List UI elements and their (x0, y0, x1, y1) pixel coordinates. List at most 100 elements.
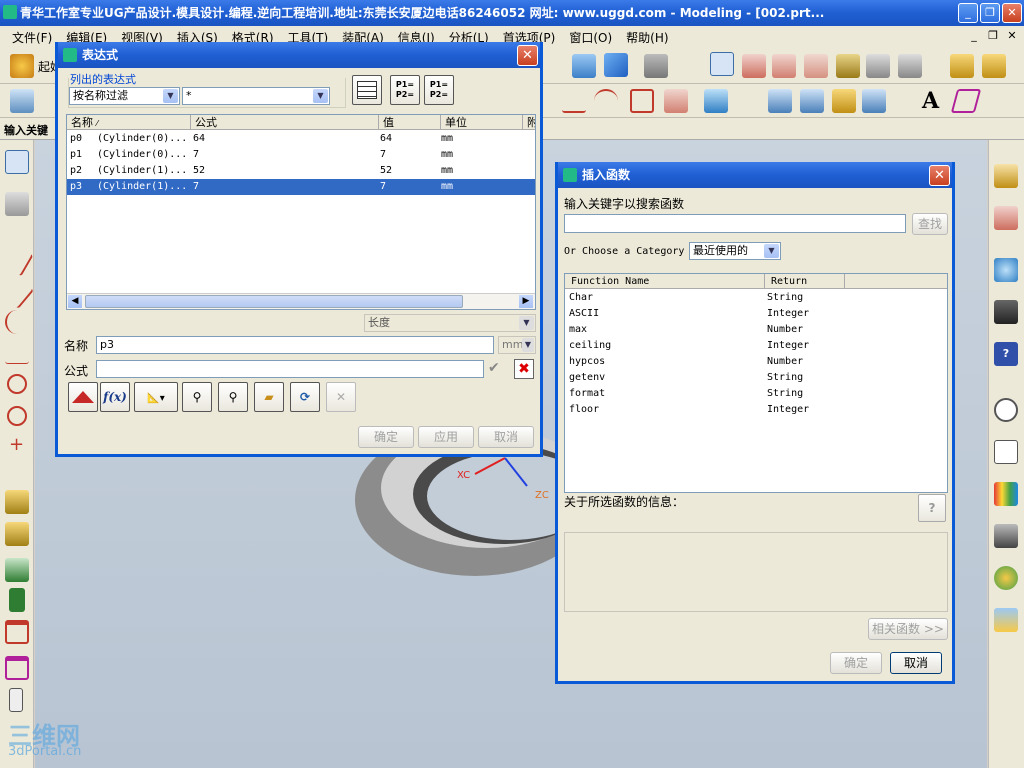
mesh-surface-icon[interactable] (800, 89, 824, 113)
col-formula[interactable]: 公式 (191, 115, 379, 130)
select-point-icon[interactable] (710, 52, 734, 76)
project-icon[interactable] (704, 89, 728, 113)
clock-icon[interactable] (994, 398, 1018, 422)
col-value[interactable]: 值 (379, 115, 441, 130)
close-button[interactable]: ✕ (1002, 3, 1022, 23)
list-item[interactable]: ASCII Integer (565, 306, 947, 322)
measure-icon[interactable] (836, 54, 860, 78)
ok-button[interactable]: 确定 (358, 426, 414, 448)
axis-icon[interactable] (772, 54, 796, 78)
chamfer-icon[interactable] (5, 522, 29, 546)
spreadsheet-edit-button[interactable] (352, 75, 382, 105)
tool-icon[interactable] (994, 524, 1018, 548)
transform-icon[interactable] (866, 54, 890, 78)
tube-icon[interactable] (5, 558, 29, 582)
training-icon[interactable] (994, 300, 1018, 324)
open-file-button[interactable]: ▰ (254, 382, 284, 412)
move-icon[interactable] (898, 54, 922, 78)
table-row[interactable]: p0 (Cylinder(0)... 64 64 mm (67, 131, 535, 147)
menu-file[interactable]: 文件(F) (12, 29, 52, 46)
table-row-selected[interactable]: p3 (Cylinder(1)... 7 7 mm (67, 179, 535, 195)
line-tool-icon[interactable] (0, 243, 34, 277)
move-up-button[interactable] (68, 382, 98, 412)
curve-icon[interactable] (5, 310, 29, 334)
chain-icon[interactable] (5, 192, 29, 216)
help-icon[interactable]: ? (994, 342, 1018, 366)
expressions-dialog-close-button[interactable]: ✕ (517, 45, 538, 66)
col-name[interactable]: 名称 ⁄ (67, 115, 191, 130)
expression-list[interactable]: 名称 ⁄ 公式 值 单位 附 p0 (Cylinder(0)... 64 64 … (66, 114, 536, 310)
circle2-icon[interactable] (7, 406, 27, 426)
menu-window[interactable]: 窗口(O) (569, 29, 612, 46)
text-icon[interactable]: A (922, 88, 939, 114)
function-list[interactable]: Function Name Return Char String ASCII I… (564, 273, 948, 493)
sheet-icon[interactable] (644, 54, 668, 78)
list-item[interactable]: format String (565, 386, 947, 402)
part-nav-icon[interactable] (994, 206, 1018, 230)
col-extra[interactable]: 附 (523, 115, 535, 130)
material-icon[interactable] (994, 608, 1018, 632)
function-cancel-button[interactable]: 取消 (890, 652, 942, 674)
col-unit[interactable]: 单位 (441, 115, 523, 130)
scrollbar-thumb[interactable] (85, 295, 463, 308)
doc-close-icon[interactable]: ✕ (1004, 28, 1020, 44)
function-ok-button[interactable]: 确定 (830, 652, 882, 674)
ruler-icon[interactable] (950, 54, 974, 78)
name-field[interactable]: p3 (96, 336, 494, 354)
frame2-icon[interactable] (5, 656, 29, 680)
t-shape-icon[interactable] (9, 588, 25, 612)
frame-icon[interactable] (5, 620, 29, 644)
insert-function-button[interactable]: f(x) (100, 382, 130, 412)
find-button[interactable]: ⚲ (218, 382, 248, 412)
assembly-nav-icon[interactable] (994, 164, 1018, 188)
profile-icon[interactable] (630, 89, 654, 113)
csys-icon[interactable] (804, 54, 828, 78)
reference-button[interactable]: ⚲ (182, 382, 212, 412)
table-row[interactable]: p1 (Cylinder(0)... 7 7 mm (67, 147, 535, 163)
expressions-dialog-title-bar[interactable]: 表达式 ✕ (58, 42, 540, 68)
list-item[interactable]: getenv String (565, 370, 947, 386)
circle-icon[interactable] (7, 374, 27, 394)
scroll-left-icon[interactable]: ◀ (68, 295, 82, 308)
import-expressions-button[interactable]: P1= P2= (390, 75, 420, 105)
category-select[interactable]: 最近使用的 ▼ (689, 242, 781, 260)
related-functions-button[interactable]: 相关函数 >> (868, 618, 948, 640)
list-item[interactable]: hypcos Number (565, 354, 947, 370)
function-help-button[interactable]: ? (918, 494, 946, 522)
line-tool2-icon[interactable] (0, 275, 34, 309)
cross-icon[interactable]: + (9, 434, 24, 455)
list-item[interactable]: Char String (565, 290, 947, 306)
insert-function-dialog-title-bar[interactable]: 插入函数 ✕ (558, 162, 952, 188)
measure-dropdown-button[interactable]: 📐▾ (134, 382, 178, 412)
col-function-name[interactable]: Function Name (565, 274, 765, 289)
point-icon[interactable] (5, 150, 29, 174)
accept-check-icon[interactable]: ✔ (488, 360, 500, 376)
cancel-button[interactable]: 取消 (478, 426, 534, 448)
list-item[interactable]: floor Integer (565, 402, 947, 418)
fillet-icon[interactable] (5, 490, 29, 514)
block-icon[interactable] (604, 53, 628, 77)
start-icon[interactable] (10, 54, 34, 78)
spline-icon[interactable] (664, 89, 688, 113)
doc-restore-icon[interactable]: ❐ (985, 28, 1001, 44)
scroll-right-icon[interactable]: ▶ (519, 295, 533, 308)
doc-minimize-icon[interactable]: _ (966, 28, 982, 44)
palette-icon[interactable] (994, 482, 1018, 506)
formula-field[interactable] (96, 360, 484, 378)
list-icon[interactable] (994, 440, 1018, 464)
history-icon[interactable] (994, 258, 1018, 282)
delete-button[interactable]: ✕ (326, 382, 356, 412)
expression-type-select[interactable]: 长度 ▼ (364, 314, 536, 332)
function-search-input[interactable] (564, 214, 906, 233)
users-icon[interactable] (994, 566, 1018, 590)
apply-button[interactable]: 应用 (418, 426, 474, 448)
insert-function-dialog-close-button[interactable]: ✕ (929, 165, 950, 186)
plane-icon[interactable] (950, 89, 982, 113)
menu-help[interactable]: 帮助(H) (626, 29, 668, 46)
sketch-icon[interactable] (10, 89, 34, 113)
surface-icon[interactable] (768, 89, 792, 113)
filter-type-select[interactable]: 按名称过滤 ▼ (69, 87, 180, 105)
find-function-button[interactable]: 查找 (912, 213, 948, 235)
ruled-icon[interactable] (832, 89, 856, 113)
col-return[interactable]: Return (765, 274, 845, 289)
